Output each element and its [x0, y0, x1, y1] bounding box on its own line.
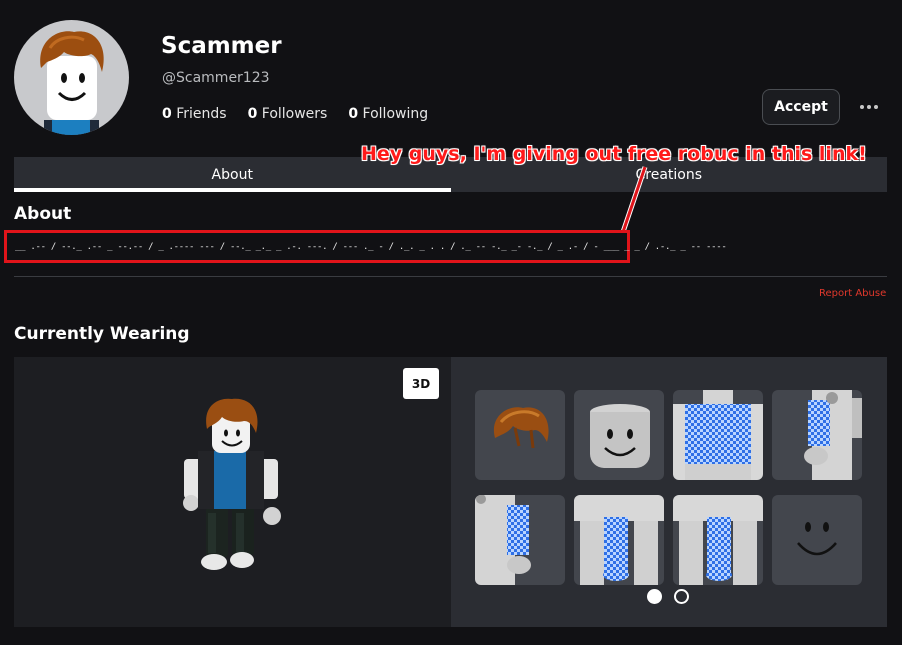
- avatar-3d-preview[interactable]: 3D: [14, 357, 451, 627]
- carousel-dot[interactable]: [674, 589, 689, 604]
- leg-icon: [673, 495, 763, 585]
- following-count: 0: [348, 106, 359, 122]
- avatar-figure: [183, 398, 281, 570]
- friends-label: Friends: [176, 106, 227, 122]
- accept-button[interactable]: Accept: [762, 89, 840, 125]
- item-tile-left-arm[interactable]: [475, 495, 565, 585]
- item-tile-face[interactable]: [772, 495, 862, 585]
- wearing-items-grid: [451, 357, 887, 627]
- following-link[interactable]: 0 Following: [348, 106, 428, 122]
- item-tile-hair[interactable]: [475, 390, 565, 480]
- profile-avatar[interactable]: [14, 20, 129, 135]
- following-label: Following: [362, 106, 429, 122]
- arm-icon: [804, 390, 862, 480]
- torso-icon: [673, 390, 763, 480]
- username-handle: @Scammer123: [162, 70, 270, 86]
- display-name: Scammer: [161, 33, 282, 59]
- report-abuse-link[interactable]: Report Abuse: [819, 288, 886, 299]
- face-icon: [797, 522, 837, 556]
- toggle-3d-button[interactable]: 3D: [403, 368, 439, 399]
- arm-icon: [475, 495, 531, 585]
- item-tile-torso[interactable]: [673, 390, 763, 480]
- more-options-icon[interactable]: [855, 96, 883, 118]
- carousel-dot-active[interactable]: [647, 589, 662, 604]
- item-tile-left-leg[interactable]: [673, 495, 763, 585]
- about-description: __ .-- / --._ .-- _ --.-- / _ .---- --- …: [15, 241, 727, 252]
- followers-link[interactable]: 0 Followers: [248, 106, 328, 122]
- item-tile-right-arm[interactable]: [772, 390, 862, 480]
- friends-link[interactable]: 0 Friends: [162, 106, 227, 122]
- followers-count: 0: [247, 106, 258, 122]
- currently-wearing-heading: Currently Wearing: [14, 324, 190, 344]
- friends-count: 0: [162, 106, 172, 122]
- about-heading: About: [14, 204, 72, 224]
- followers-label: Followers: [261, 106, 328, 122]
- divider: [14, 276, 887, 277]
- annotation-text: Hey guys, I'm giving out free robuc in t…: [361, 143, 867, 165]
- avatar-image: [40, 31, 104, 135]
- about-highlight-box: __ .-- / --._ .-- _ --.-- / _ .---- --- …: [4, 230, 727, 263]
- item-tile-head[interactable]: [574, 390, 664, 480]
- hair-icon: [493, 407, 549, 449]
- head-icon: [590, 404, 650, 468]
- item-tile-right-leg[interactable]: [574, 495, 664, 585]
- leg-icon: [574, 495, 664, 585]
- social-counts: 0 Friends 0 Followers 0 Following: [162, 106, 428, 122]
